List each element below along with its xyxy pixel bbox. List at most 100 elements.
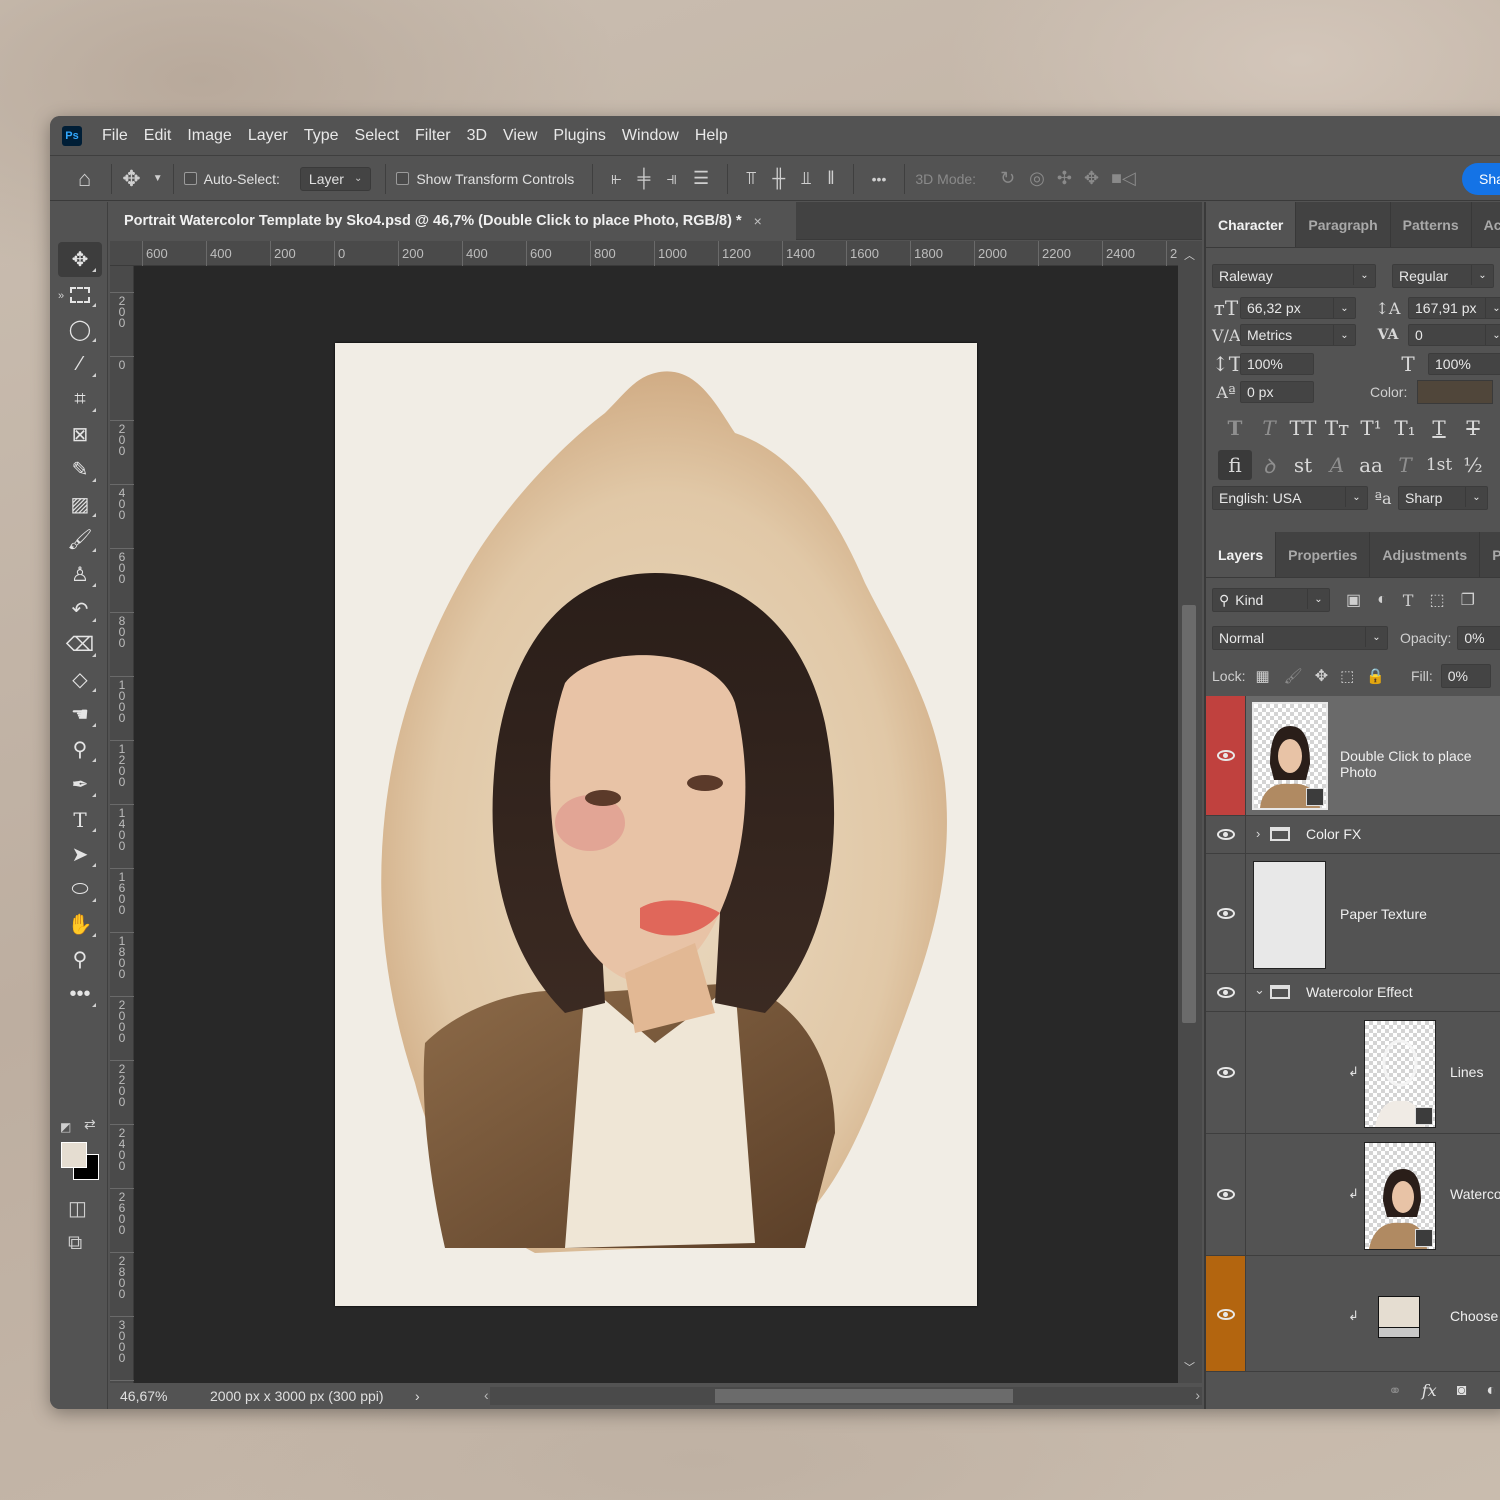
underline-button[interactable]: T	[1422, 416, 1456, 440]
layer-row-lines[interactable]: ↲ Lines	[1206, 1012, 1500, 1134]
brush-tool[interactable]: 🖌	[58, 522, 102, 557]
faux-bold-button[interactable]: T	[1218, 416, 1252, 440]
vertical-scale-field[interactable]: 100%	[1240, 353, 1314, 375]
tab-character[interactable]: Character	[1206, 202, 1297, 247]
lock-artboard-icon[interactable]: ⬚	[1340, 667, 1354, 685]
lock-position-icon[interactable]: ✥	[1315, 666, 1328, 686]
horizontal-scrollbar[interactable]: ‹ ›	[484, 1387, 1202, 1405]
screen-mode-icon[interactable]: ⧉	[68, 1232, 82, 1255]
dodge-tool[interactable]: ⚲	[58, 732, 102, 767]
move-tool-icon[interactable]: ✥	[122, 166, 140, 192]
menu-help[interactable]: Help	[687, 127, 736, 145]
eyedropper-tool[interactable]: ✎	[58, 452, 102, 487]
home-icon[interactable]: ⌂	[78, 166, 91, 192]
language-dropdown[interactable]: English: USA ⌄	[1212, 486, 1368, 510]
small-caps-button[interactable]: Tт	[1320, 416, 1354, 440]
anti-aliasing-dropdown[interactable]: Sharp ⌄	[1398, 486, 1488, 510]
clone-stamp-tool[interactable]: ♙	[58, 557, 102, 592]
horizontal-scroll-thumb[interactable]	[715, 1389, 1013, 1403]
edit-toolbar-button[interactable]: •••	[58, 977, 102, 1012]
filter-shape-icon[interactable]: ⬚	[1429, 590, 1444, 610]
quick-mask-icon[interactable]: ◫	[68, 1196, 87, 1221]
lock-pixels-icon[interactable]: 🖌	[1284, 667, 1303, 685]
scroll-right-icon[interactable]: ›	[1195, 1387, 1200, 1403]
superscript-button[interactable]: T¹	[1354, 416, 1388, 440]
move-tool[interactable]: ✥	[58, 242, 102, 277]
menu-image[interactable]: Image	[179, 127, 239, 145]
auto-select-checkbox[interactable]	[183, 172, 197, 185]
all-caps-button[interactable]: TT	[1286, 416, 1320, 440]
text-color-swatch[interactable]	[1417, 380, 1494, 404]
type-tool[interactable]: T	[58, 802, 102, 837]
fill-field[interactable]: 0%	[1440, 664, 1491, 688]
smudge-tool[interactable]: ☚	[58, 697, 102, 732]
ligatures-button[interactable]: fi	[1218, 450, 1252, 480]
layer-name[interactable]: Waterco	[1450, 1186, 1500, 1202]
stylistic-alternates-button[interactable]: aa	[1354, 453, 1388, 477]
3d-camera-icon[interactable]: ■◁	[1111, 168, 1136, 189]
3d-roll-icon[interactable]: ◎	[1029, 168, 1045, 189]
vertical-scrollbar[interactable]: ︿ ﹀	[1178, 241, 1202, 1383]
foreground-color-swatch[interactable]	[61, 1142, 87, 1168]
lock-all-icon[interactable]: 🔒	[1366, 667, 1385, 685]
layer-style-fx-icon[interactable]: fx	[1422, 1381, 1437, 1400]
lasso-tool[interactable]: ◯	[58, 312, 102, 347]
history-brush-tool[interactable]: ↶	[58, 592, 102, 627]
tool-preset-chevron-icon[interactable]: ▼	[153, 173, 163, 184]
lock-transparent-icon[interactable]: ▦	[1255, 667, 1269, 685]
frame-tool[interactable]: ⊠	[58, 417, 102, 452]
zoom-tool[interactable]: ⚲	[58, 942, 102, 977]
menu-layer[interactable]: Layer	[240, 127, 296, 145]
layer-row-watercolor-effect[interactable]: ⌄ Watercolor Effect	[1206, 974, 1500, 1012]
titling-alternates-button[interactable]: T	[1388, 453, 1422, 477]
ordinals-button[interactable]: 1st	[1422, 455, 1456, 475]
layer-name[interactable]: Lines	[1450, 1064, 1483, 1080]
close-icon[interactable]: ×	[754, 213, 762, 229]
zoom-level[interactable]: 46,67%	[120, 1388, 210, 1404]
layer-row-choose-color[interactable]: ↲ Choose c	[1206, 1256, 1500, 1374]
menu-edit[interactable]: Edit	[136, 127, 180, 145]
layer-name[interactable]: Choose c	[1450, 1308, 1500, 1324]
crop-tool[interactable]: ⌗	[58, 382, 102, 417]
align-horizontal-center-icon[interactable]: ╪	[637, 168, 650, 189]
layer-row-watercolor[interactable]: ↲ Waterco	[1206, 1134, 1500, 1256]
show-transform-checkbox[interactable]	[396, 172, 410, 185]
visibility-toggle[interactable]	[1206, 816, 1246, 853]
menu-select[interactable]: Select	[347, 127, 407, 145]
tab-properties[interactable]: Properties	[1276, 532, 1371, 577]
layer-row-color-fx[interactable]: › Color FX	[1206, 816, 1500, 854]
visibility-toggle[interactable]	[1206, 1134, 1246, 1255]
align-vertical-center-icon[interactable]: ╫	[772, 168, 785, 189]
share-button[interactable]: Share	[1462, 163, 1500, 195]
align-bottom-icon[interactable]: ⫫	[801, 168, 811, 189]
3d-pan-icon[interactable]: ✣	[1057, 168, 1072, 189]
align-right-icon[interactable]: ⫣	[666, 168, 677, 189]
swap-colors-icon[interactable]: ⇄	[84, 1116, 96, 1133]
horizontal-scale-field[interactable]: 100%	[1428, 353, 1500, 375]
expand-chevron-icon[interactable]: ›	[1256, 826, 1260, 841]
document-tab[interactable]: Portrait Watercolor Template by Sko4.psd…	[108, 202, 796, 240]
scroll-up-icon[interactable]: ︿	[1184, 247, 1195, 263]
leading-field[interactable]: 167,91 px ⌄	[1408, 297, 1500, 319]
status-menu-chevron-icon[interactable]: ›	[415, 1388, 420, 1404]
eraser-tool[interactable]: ⌫	[58, 627, 102, 662]
menu-view[interactable]: View	[495, 127, 545, 145]
visibility-toggle[interactable]	[1206, 854, 1246, 973]
menu-type[interactable]: Type	[296, 127, 347, 145]
3d-orbit-icon[interactable]: ↻	[1000, 168, 1015, 189]
layer-name[interactable]: Double Click to place Photo	[1340, 748, 1500, 780]
tab-actions[interactable]: Acti	[1472, 202, 1500, 247]
faux-italic-button[interactable]: T	[1252, 416, 1286, 440]
paint-bucket-tool[interactable]: ◇	[58, 662, 102, 697]
ellipse-tool[interactable]: ⬭	[58, 872, 102, 907]
layer-row-paper-texture[interactable]: Paper Texture	[1206, 854, 1500, 974]
menu-plugins[interactable]: Plugins	[545, 127, 613, 145]
3d-slide-icon[interactable]: ✥	[1084, 168, 1099, 189]
magic-wand-tool[interactable]: ⁄	[58, 347, 102, 382]
tab-adjustments[interactable]: Adjustments	[1370, 532, 1481, 577]
visibility-toggle[interactable]	[1206, 1256, 1246, 1373]
hand-tool[interactable]: ✋	[58, 907, 102, 942]
tab-patterns[interactable]: Patterns	[1391, 202, 1472, 247]
swash-button[interactable]: A	[1320, 453, 1354, 477]
menu-window[interactable]: Window	[614, 127, 687, 145]
